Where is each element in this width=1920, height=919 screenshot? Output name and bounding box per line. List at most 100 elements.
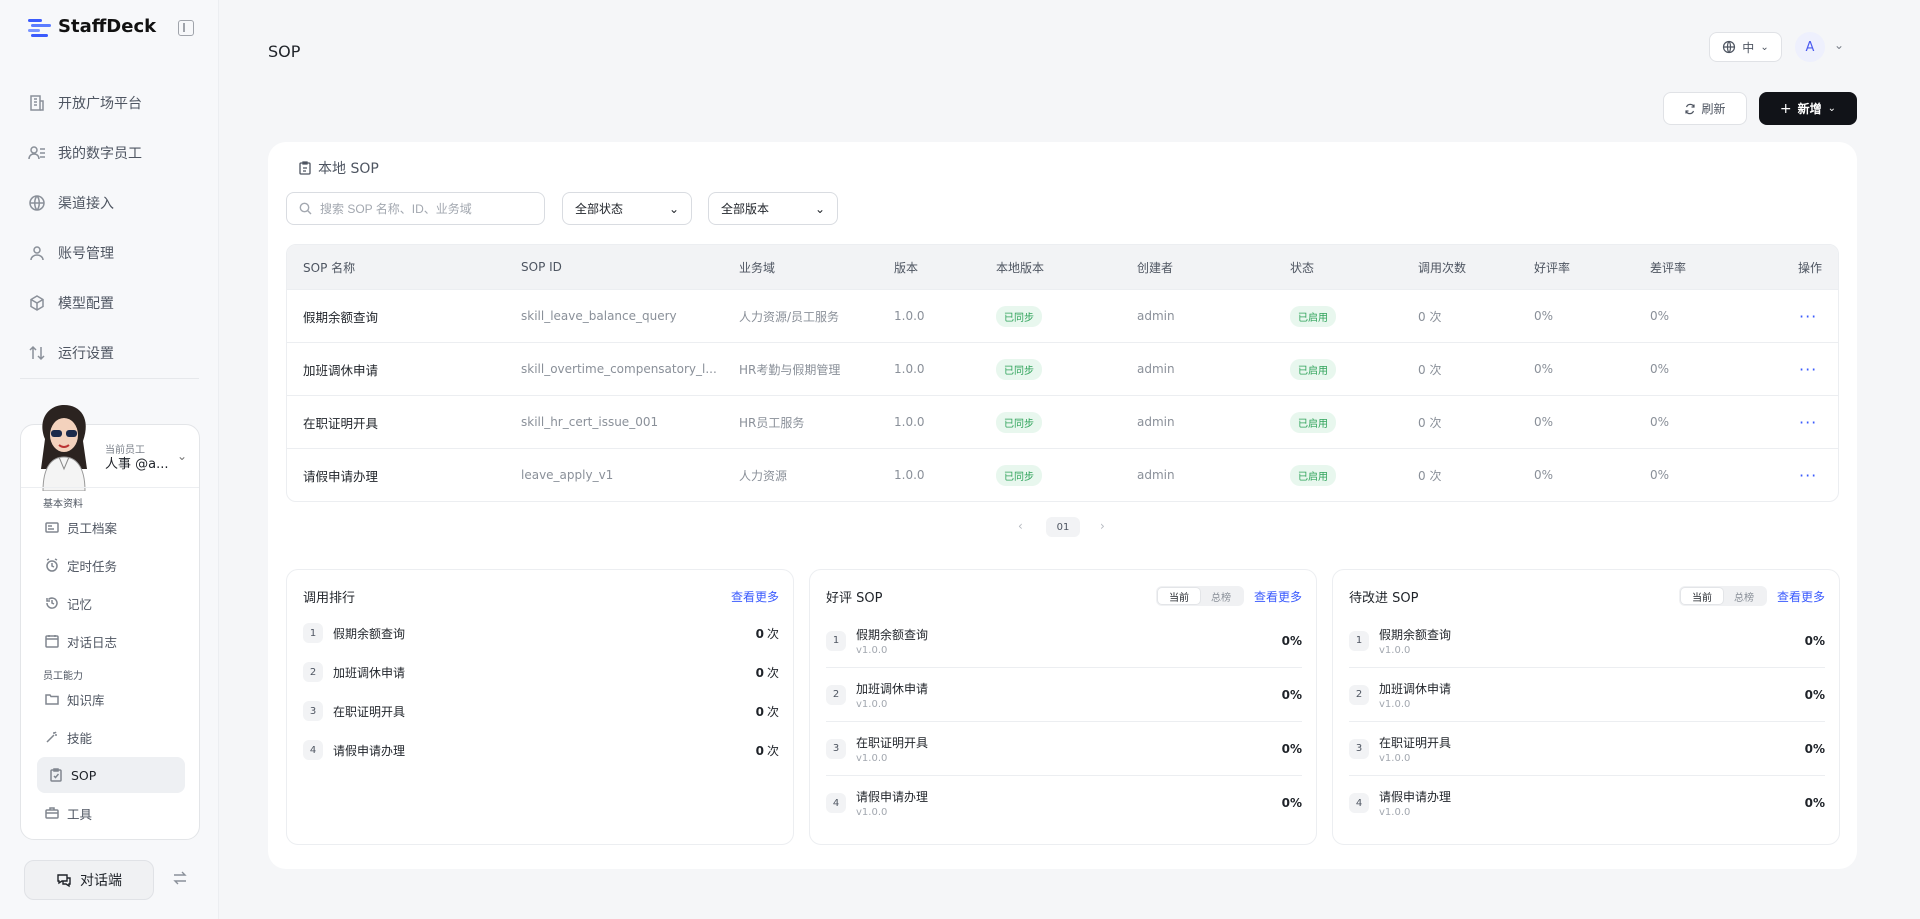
sub-item-chat-logs[interactable]: 对话日志 bbox=[43, 623, 191, 659]
nav-item-models[interactable]: 模型配置 bbox=[28, 278, 198, 328]
refresh-icon bbox=[1685, 103, 1696, 114]
sop-item-name: 请假申请办理 bbox=[856, 790, 929, 804]
sop-id: skill_hr_cert_issue_001 bbox=[521, 415, 659, 429]
search-box[interactable] bbox=[286, 192, 545, 225]
nav-item-open-plaza[interactable]: 开放广场平台 bbox=[28, 78, 198, 128]
user-avatar[interactable]: A bbox=[1795, 32, 1825, 62]
page-number[interactable]: 01 bbox=[1046, 517, 1080, 537]
list-item[interactable]: 1 假期余额查询 0次 bbox=[303, 622, 779, 644]
nav-label: 渠道接入 bbox=[58, 196, 114, 212]
sub-item-sop[interactable]: SOP bbox=[37, 757, 185, 793]
rank-number: 1 bbox=[826, 630, 846, 651]
sop-calls: 0 次 bbox=[1418, 468, 1442, 483]
view-more-link[interactable]: 查看更多 bbox=[1254, 588, 1302, 605]
sop-item-version: v1.0.0 bbox=[1379, 698, 1411, 710]
sop-creator: admin bbox=[1137, 362, 1175, 376]
refresh-button[interactable]: 刷新 bbox=[1663, 92, 1747, 125]
rank-number: 4 bbox=[1349, 793, 1369, 813]
list-item[interactable]: 4 请假申请办理 0次 bbox=[303, 739, 779, 761]
pagination: ‹ 01 › bbox=[268, 517, 1857, 537]
improve-sop-card: 待改进 SOP 当前 总榜 查看更多 1 假期余额查询 v1.0.0 0% 2 加… bbox=[1332, 569, 1840, 845]
brand[interactable]: StaffDeck bbox=[28, 16, 156, 37]
sop-id: leave_apply_v1 bbox=[521, 468, 614, 482]
chat-client-button[interactable]: 对话端 bbox=[24, 860, 154, 900]
add-new-label: 新增 bbox=[1797, 102, 1822, 116]
toggle-current[interactable]: 当前 bbox=[1681, 588, 1723, 604]
sub-item-profile[interactable]: 员工档案 bbox=[43, 509, 191, 545]
nav-item-channels[interactable]: 渠道接入 bbox=[28, 178, 198, 228]
sop-item-version: v1.0.0 bbox=[856, 698, 888, 710]
sop-bad-rate: 0% bbox=[1650, 362, 1670, 376]
sub-item-knowledge[interactable]: 知识库 bbox=[43, 681, 191, 717]
sop-domain: 人力资源/员工服务 bbox=[739, 309, 840, 324]
local-sop-panel: 本地 SOP 全部状态 ⌄ 全部版本 ⌄ SOP 名称 SOP ID 业务域 版… bbox=[268, 142, 1857, 869]
list-item[interactable]: 2 加班调休申请 v1.0.0 0% bbox=[1349, 668, 1825, 722]
add-new-button[interactable]: + 新增 ⌄ bbox=[1759, 92, 1857, 125]
toggle-overall[interactable]: 总榜 bbox=[1200, 588, 1242, 604]
list-item[interactable]: 3 在职证明开具 v1.0.0 0% bbox=[1349, 722, 1825, 776]
table-row[interactable]: 假期余额查询 skill_leave_balance_query 人力资源/员工… bbox=[287, 289, 1838, 342]
panel-title-text: 本地 SOP bbox=[318, 161, 379, 177]
sort-icon bbox=[29, 345, 45, 361]
nav-label: 运行设置 bbox=[58, 346, 114, 362]
chevron-down-icon[interactable]: ⌄ bbox=[177, 449, 187, 463]
list-item[interactable]: 4 请假申请办理 v1.0.0 0% bbox=[826, 776, 1302, 830]
list-item[interactable]: 3 在职证明开具 0次 bbox=[303, 700, 779, 722]
sub-item-skills[interactable]: 技能 bbox=[43, 719, 191, 755]
status-badge: 已启用 bbox=[1290, 305, 1336, 327]
scope-toggle: 当前 总榜 bbox=[1156, 586, 1244, 606]
building-icon bbox=[30, 95, 44, 111]
swap-icon[interactable] bbox=[172, 870, 188, 886]
plus-icon: + bbox=[1779, 100, 1792, 117]
sop-item-name: 加班调休申请 bbox=[1379, 681, 1452, 696]
list-item[interactable]: 2 加班调休申请 0次 bbox=[303, 661, 779, 683]
more-actions-icon[interactable]: ··· bbox=[1799, 343, 1817, 395]
column-header: SOP ID bbox=[521, 260, 562, 274]
sidebar-collapse-icon[interactable] bbox=[178, 20, 194, 36]
more-actions-icon[interactable]: ··· bbox=[1799, 396, 1817, 448]
language-switcher[interactable]: 中 ⌄ bbox=[1709, 32, 1782, 62]
chevron-left-icon[interactable]: ‹ bbox=[1018, 519, 1023, 533]
list-item[interactable]: 4 请假申请办理 v1.0.0 0% bbox=[1349, 776, 1825, 830]
chevron-down-icon: ⌄ bbox=[1760, 41, 1769, 53]
sop-item-version: v1.0.0 bbox=[1379, 807, 1411, 818]
sop-creator: admin bbox=[1137, 415, 1175, 429]
list-item[interactable]: 1 假期余额查询 v1.0.0 0% bbox=[826, 614, 1302, 668]
version-filter-select[interactable]: 全部版本 ⌄ bbox=[708, 192, 838, 225]
toggle-overall[interactable]: 总榜 bbox=[1723, 588, 1765, 604]
view-more-link[interactable]: 查看更多 bbox=[731, 588, 779, 605]
globe-icon bbox=[1723, 40, 1736, 54]
chevron-down-icon[interactable]: ⌄ bbox=[1834, 38, 1844, 52]
sub-item-scheduled-tasks[interactable]: 定时任务 bbox=[43, 547, 191, 583]
sub-item-memory[interactable]: 记忆 bbox=[43, 585, 191, 621]
nav-item-accounts[interactable]: 账号管理 bbox=[28, 228, 198, 278]
table-row[interactable]: 加班调休申请 skill_overtime_compensatory_l... … bbox=[287, 342, 1838, 395]
chevron-right-icon[interactable]: › bbox=[1100, 519, 1105, 533]
sop-item-version: v1.0.0 bbox=[856, 644, 888, 656]
view-more-link[interactable]: 查看更多 bbox=[1777, 588, 1825, 605]
sub-item-tools[interactable]: 工具 bbox=[43, 795, 191, 831]
sop-calls: 0 次 bbox=[1418, 362, 1442, 377]
folder-icon bbox=[45, 694, 59, 705]
more-actions-icon[interactable]: ··· bbox=[1799, 449, 1817, 501]
nav-item-my-employees[interactable]: 我的数字员工 bbox=[28, 128, 198, 178]
panel-title: 本地 SOP bbox=[298, 158, 379, 178]
sop-bad-rate: 0% bbox=[1650, 468, 1670, 482]
table-row[interactable]: 请假申请办理 leave_apply_v1 人力资源 1.0.0 已同步 adm… bbox=[287, 448, 1838, 501]
table-row[interactable]: 在职证明开具 skill_hr_cert_issue_001 HR员工服务 1.… bbox=[287, 395, 1838, 448]
rank-number: 4 bbox=[826, 793, 846, 813]
sop-version: 1.0.0 bbox=[894, 415, 925, 429]
status-filter-select[interactable]: 全部状态 ⌄ bbox=[562, 192, 692, 225]
employee-avatar[interactable] bbox=[31, 399, 97, 491]
list-item[interactable]: 3 在职证明开具 v1.0.0 0% bbox=[826, 722, 1302, 776]
list-item[interactable]: 2 加班调休申请 v1.0.0 0% bbox=[826, 668, 1302, 722]
list-item[interactable]: 1 假期余额查询 v1.0.0 0% bbox=[1349, 614, 1825, 668]
sop-item-rate: 0% bbox=[1281, 796, 1302, 810]
more-actions-icon[interactable]: ··· bbox=[1799, 290, 1817, 342]
search-input[interactable] bbox=[320, 201, 520, 216]
nav-item-runtime[interactable]: 运行设置 bbox=[28, 328, 198, 378]
toggle-current[interactable]: 当前 bbox=[1158, 588, 1200, 604]
sync-badge: 已同步 bbox=[996, 411, 1042, 433]
section-title-basic: 基本资料 bbox=[43, 499, 83, 510]
column-header: 业务域 bbox=[739, 260, 776, 275]
